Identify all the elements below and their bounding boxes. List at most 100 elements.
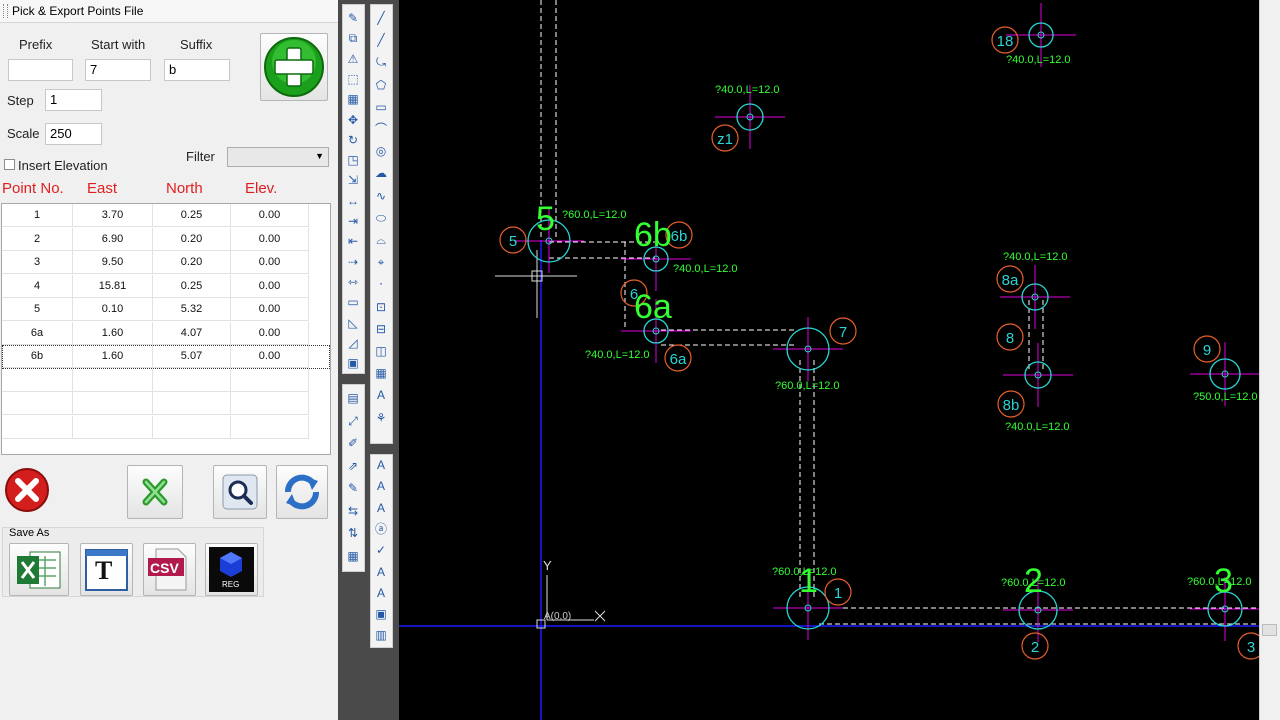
drawing-canvas[interactable]: 18 z1 5 6b 6 7 6a 8a 8 8b 9 1 2 3 ?40.0,L=12.0 ?40.0,L… [399, 0, 1259, 720]
text-tool-icon-6[interactable]: A [373, 585, 389, 601]
draw-tool-icon-4[interactable]: ▭ [373, 99, 389, 115]
annotate-tool-icon-4[interactable]: ✎ [345, 480, 361, 496]
draw-tool-icon-10[interactable]: ⌓ [373, 232, 389, 248]
refresh-button[interactable] [276, 465, 328, 519]
annotate-tool-icon-0[interactable]: ▤ [345, 390, 361, 406]
cell-point[interactable]: 2 [2, 227, 73, 251]
cell-elev[interactable]: 0.00 [231, 321, 309, 345]
scrollbar-thumb[interactable] [1262, 624, 1277, 636]
modify-tool-icon-8[interactable]: ⇲ [345, 172, 361, 188]
save-excel-button[interactable] [9, 543, 69, 596]
modify-tool-icon-2[interactable]: ⚠ [345, 51, 361, 67]
annotate-tool-icon-5[interactable]: ⇆ [345, 503, 361, 519]
cell-north[interactable]: 0.20 [153, 251, 231, 274]
cell-point[interactable]: 5 [2, 298, 73, 321]
draw-tool-icon-17[interactable]: A [373, 387, 389, 403]
cell-north[interactable]: 4.07 [153, 321, 231, 345]
cell-north[interactable]: 0.25 [153, 274, 231, 298]
cell-east[interactable]: 9.50 [73, 251, 153, 274]
table-row[interactable]: 3 9.50 0.20 0.00 [2, 251, 330, 275]
cell-point[interactable]: 3 [2, 251, 73, 274]
save-text-button[interactable]: T [80, 543, 133, 596]
cell-point[interactable]: 6a [2, 321, 73, 345]
table-row[interactable]: 5 0.10 5.32 0.00 [2, 298, 330, 322]
modify-tool-icon-4[interactable]: ▦ [345, 91, 361, 107]
modify-tool-icon-7[interactable]: ◳ [345, 152, 361, 168]
cell-elev[interactable]: 0.00 [231, 345, 309, 368]
draw-tool-icon-8[interactable]: ∿ [373, 188, 389, 204]
add-point-button[interactable] [260, 33, 328, 101]
draw-tool-icon-2[interactable]: ⤿ [373, 54, 389, 70]
modify-tool-icon-12[interactable]: ⇢ [345, 254, 361, 270]
delete-button[interactable] [1, 464, 53, 516]
cell-north[interactable]: 0.20 [153, 227, 231, 251]
zoom-button[interactable] [213, 465, 267, 519]
cell-point[interactable]: 1 [2, 204, 73, 227]
text-tool-icon-4[interactable]: ✓ [373, 542, 389, 558]
draw-tool-icon-5[interactable]: ⌒ [373, 121, 389, 137]
draw-tool-icon-18[interactable]: ⚘ [373, 410, 389, 426]
modify-tool-icon-0[interactable]: ✎ [345, 10, 361, 26]
cell-east[interactable]: 15.81 [73, 274, 153, 298]
modify-tool-icon-14[interactable]: ▭ [345, 294, 361, 310]
insert-elevation-checkbox[interactable] [4, 159, 15, 170]
step-input[interactable]: 1 [45, 89, 102, 111]
column-header-east[interactable]: East [87, 180, 117, 197]
modify-tool-icon-1[interactable]: ⧉ [345, 30, 361, 46]
table-row[interactable]: 6a 1.60 4.07 0.00 [2, 321, 330, 346]
column-header-point[interactable]: Point No. [2, 180, 64, 197]
points-grid[interactable]: 1 3.70 0.25 0.00 2 6.90 0.20 0.00 3 9.50 0.20 0.00 4… [1, 203, 331, 455]
table-row[interactable]: 1 3.70 0.25 0.00 [2, 204, 330, 228]
draw-tool-icon-11[interactable]: ⌖ [373, 254, 389, 270]
draw-tool-icon-15[interactable]: ◫ [373, 343, 389, 359]
draw-tool-icon-13[interactable]: ⊡ [373, 299, 389, 315]
text-tool-icon-1[interactable]: A [373, 478, 389, 494]
excel-export-button[interactable] [127, 465, 183, 519]
text-tool-icon-7[interactable]: ▣ [373, 606, 389, 622]
modify-tool-icon-11[interactable]: ⇤ [345, 233, 361, 249]
annotate-tool-icon-2[interactable]: ✐ [345, 435, 361, 451]
grip-icon[interactable] [3, 4, 8, 18]
cell-east[interactable]: 6.90 [73, 227, 153, 251]
cell-elev[interactable]: 0.00 [231, 251, 309, 274]
draw-tool-icon-16[interactable]: ▦ [373, 365, 389, 381]
table-row[interactable]: 6b 1.60 5.07 0.00 [2, 345, 330, 369]
draw-tool-icon-0[interactable]: ╱ [373, 10, 389, 26]
suffix-input[interactable]: b [164, 59, 230, 81]
cell-point[interactable]: 4 [2, 274, 73, 298]
vertical-scrollbar[interactable] [1259, 0, 1280, 720]
start-with-input[interactable]: 7 [85, 59, 151, 81]
text-tool-icon-2[interactable]: A [373, 500, 389, 516]
annotate-tool-icon-6[interactable]: ⇅ [345, 525, 361, 541]
cell-east[interactable]: 1.60 [73, 321, 153, 345]
cell-elev[interactable]: 0.00 [231, 227, 309, 251]
modify-tool-icon-17[interactable]: ▣ [345, 355, 361, 371]
modify-tool-icon-15[interactable]: ◺ [345, 315, 361, 331]
modify-tool-icon-16[interactable]: ◿ [345, 335, 361, 351]
column-header-north[interactable]: North [166, 180, 203, 197]
modify-tool-icon-6[interactable]: ↻ [345, 132, 361, 148]
draw-tool-icon-14[interactable]: ⊟ [373, 321, 389, 337]
filter-dropdown[interactable]: ▼ [227, 147, 329, 167]
draw-tool-icon-1[interactable]: ╱ [373, 32, 389, 48]
cell-east[interactable]: 3.70 [73, 204, 153, 227]
prefix-input[interactable] [8, 59, 73, 81]
cell-elev[interactable]: 0.00 [231, 298, 309, 321]
draw-tool-icon-9[interactable]: ⬭ [373, 210, 389, 226]
annotate-tool-icon-7[interactable]: ▦ [345, 548, 361, 564]
annotate-tool-icon-1[interactable]: ⤢ [345, 413, 361, 429]
text-tool-icon-0[interactable]: A [373, 457, 389, 473]
column-header-elev[interactable]: Elev. [245, 180, 277, 197]
annotate-tool-icon-3[interactable]: ⇗ [345, 458, 361, 474]
save-reg-button[interactable]: REG [205, 543, 258, 596]
cell-point[interactable]: 6b [2, 345, 73, 368]
cell-elev[interactable]: 0.00 [231, 204, 309, 227]
table-row[interactable]: 4 15.81 0.25 0.00 [2, 274, 330, 299]
modify-tool-icon-13[interactable]: ⇿ [345, 274, 361, 290]
cell-elev[interactable]: 0.00 [231, 274, 309, 298]
table-row[interactable]: 2 6.90 0.20 0.00 [2, 227, 330, 252]
cell-north[interactable]: 0.25 [153, 204, 231, 227]
cell-north[interactable]: 5.32 [153, 298, 231, 321]
modify-tool-icon-3[interactable]: ⬚ [345, 71, 361, 87]
modify-tool-icon-9[interactable]: ↔ [345, 193, 361, 209]
